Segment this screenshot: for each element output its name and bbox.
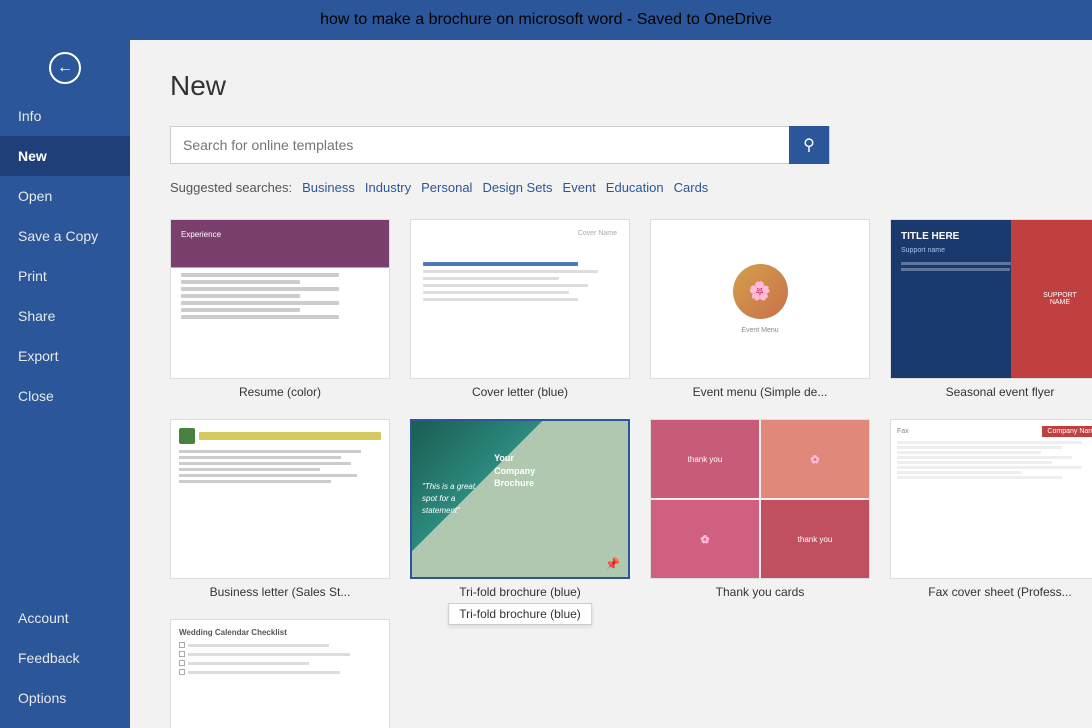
back-button[interactable]: ← [0,40,130,96]
template-card-thankyou[interactable]: thank you 🌸 🌸 thank you Thank you car [650,419,870,599]
template-card-trifold[interactable]: "This is a greatspot for astatement" You… [410,419,630,599]
main-layout: ← Info New Open Save a Copy Print Share … [0,40,1092,728]
template-card-fax[interactable]: Fax Company Name [890,419,1092,599]
template-card-business-letter[interactable]: Business letter (Sales St... [170,419,390,599]
suggested-business[interactable]: Business [302,180,355,195]
template-thumb-business [170,419,390,579]
template-label: Resume (color) [239,385,321,399]
template-grid: Experience Resume (color) [170,219,1052,728]
sidebar-item-open[interactable]: Open [0,176,130,216]
template-label: Seasonal event flyer [946,385,1055,399]
template-thumb-fax: Fax Company Name [890,419,1092,579]
template-thumb-event: 🌸 Event Menu [650,219,870,379]
sidebar-item-feedback[interactable]: Feedback [0,638,130,678]
template-label: Cover letter (blue) [472,385,568,399]
template-label: Event menu (Simple de... [693,385,828,399]
template-label: Thank you cards [716,585,805,599]
sidebar-item-export[interactable]: Export [0,336,130,376]
sidebar-item-account[interactable]: Account [0,598,130,638]
search-bar: ⚲ [170,126,830,164]
sidebar-bottom: Account Feedback Options [0,598,130,718]
suggested-cards[interactable]: Cards [674,180,709,195]
top-bar: how to make a brochure on microsoft word… [0,0,1092,40]
back-icon: ← [49,52,81,84]
template-label: Business letter (Sales St... [210,585,351,599]
suggested-personal[interactable]: Personal [421,180,472,195]
document-title: how to make a brochure on microsoft word… [320,11,772,29]
suggested-event[interactable]: Event [563,180,596,195]
template-thumb-wedding: Wedding Calendar Checklist [170,619,390,728]
sidebar-item-print[interactable]: Print [0,256,130,296]
sidebar-item-options[interactable]: Options [0,678,130,718]
template-thumb-cover: Cover Name [410,219,630,379]
template-thumb-resume: Experience [170,219,390,379]
template-card-seasonal-flyer[interactable]: TITLE HERE Support name SUPPORTNAME Seas… [890,219,1092,399]
page-title: New [170,70,1052,102]
template-label: Tri-fold brochure (blue) [459,585,581,599]
sidebar-item-close[interactable]: Close [0,376,130,416]
sidebar-divider [0,416,130,598]
search-input[interactable] [171,137,789,153]
content-area: New ⚲ Suggested searches: Business Indus… [130,40,1092,728]
template-card-wedding[interactable]: Wedding Calendar Checklist [170,619,390,728]
template-thumb-thankyou: thank you 🌸 🌸 thank you [650,419,870,579]
search-button[interactable]: ⚲ [789,126,829,164]
template-tooltip: Tri-fold brochure (blue) [448,603,592,625]
template-card-resume-color[interactable]: Experience Resume (color) [170,219,390,399]
sidebar-item-info[interactable]: Info [0,96,130,136]
suggested-searches: Suggested searches: Business Industry Pe… [170,180,1052,195]
suggested-label: Suggested searches: [170,180,292,195]
template-card-event-menu[interactable]: 🌸 Event Menu Event menu (Simple de... [650,219,870,399]
sidebar: ← Info New Open Save a Copy Print Share … [0,40,130,728]
template-card-cover-letter[interactable]: Cover Name Cover letter (blue) [410,219,630,399]
suggested-industry[interactable]: Industry [365,180,411,195]
search-icon: ⚲ [803,135,815,155]
template-thumb-brochure: "This is a greatspot for astatement" You… [410,419,630,579]
pin-icon: 📌 [605,557,620,571]
template-label: Fax cover sheet (Profess... [928,585,1071,599]
sidebar-item-share[interactable]: Share [0,296,130,336]
suggested-education[interactable]: Education [606,180,664,195]
sidebar-item-save-copy[interactable]: Save a Copy [0,216,130,256]
sidebar-item-new[interactable]: New [0,136,130,176]
template-thumb-seasonal: TITLE HERE Support name SUPPORTNAME [890,219,1092,379]
suggested-design-sets[interactable]: Design Sets [482,180,552,195]
